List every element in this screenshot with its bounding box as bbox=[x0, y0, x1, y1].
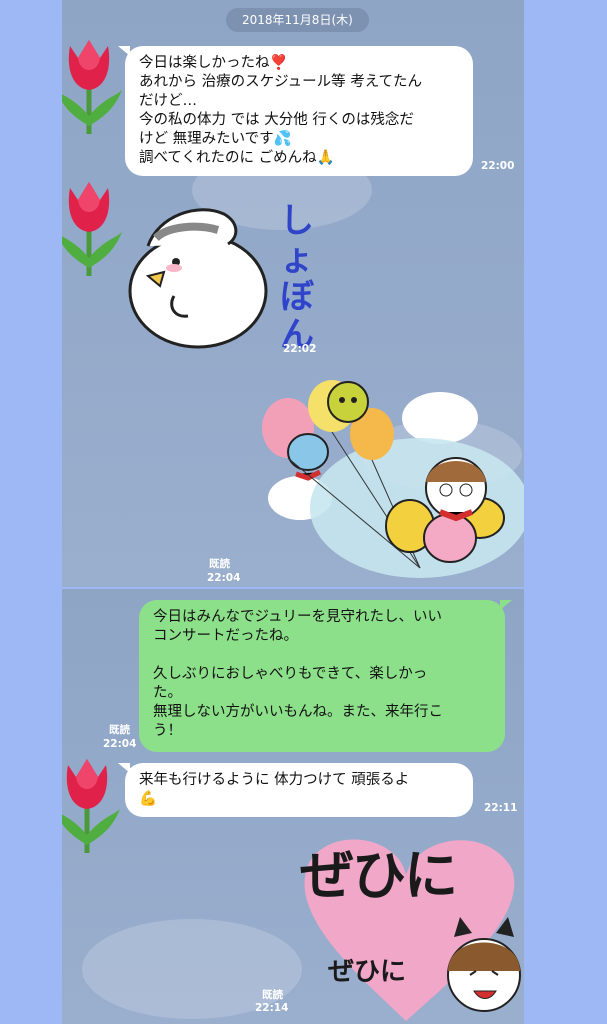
balloon-sticker-icon[interactable] bbox=[260, 378, 524, 583]
message-time: 22:11 bbox=[484, 802, 518, 814]
tulip-avatar-icon[interactable] bbox=[62, 36, 124, 136]
message-bubble-received[interactable]: 来年も行けるように 体力つけて 頑張るよ 💪 bbox=[125, 763, 473, 817]
read-receipt: 既読 bbox=[262, 989, 283, 1001]
message-bubble-sent[interactable]: 今日はみんなでジュリーを見守れたし、いい コンサートだったね。 久しぶりにおしゃ… bbox=[139, 600, 505, 752]
message-line: 今日はみんなでジュリーを見守れたし、いい bbox=[153, 609, 442, 625]
sticker-caption: しょぼん bbox=[280, 201, 314, 355]
sad-ghost-icon bbox=[128, 208, 268, 349]
message-line: コンサートだったね。 bbox=[153, 628, 298, 644]
sticker-caption: ぜひに bbox=[328, 957, 407, 987]
message-line bbox=[153, 646, 491, 665]
read-receipt: 既読 bbox=[109, 724, 130, 736]
date-separator: 2018年11月8日(木) bbox=[226, 8, 369, 32]
message-line: 無理しない方がいいもんね。また、来年行こ bbox=[153, 704, 443, 720]
message-line: 💪 bbox=[139, 791, 158, 807]
chat-panel-bottom[interactable]: 今日はみんなでジュリーを見守れたし、いい コンサートだったね。 久しぶりにおしゃ… bbox=[62, 589, 524, 1024]
message-line: 来年も行けるように 体力つけて 頑張るよ bbox=[139, 772, 410, 788]
tulip-avatar-icon[interactable] bbox=[62, 755, 122, 855]
message-time: 22:04 bbox=[103, 738, 137, 750]
message-line: 久しぶりにおしゃべりもできて、楽しかっ bbox=[153, 666, 428, 682]
message-time: 22:14 bbox=[255, 1002, 289, 1014]
message-time: 22:00 bbox=[481, 160, 515, 172]
message-time: 22:04 bbox=[207, 572, 241, 584]
bubble-tail bbox=[118, 46, 130, 56]
message-line: う！ bbox=[153, 723, 182, 739]
sticker-caption: ぜひに bbox=[300, 844, 458, 907]
message-line: けど 無理みたいです💦 bbox=[139, 131, 292, 147]
message-bubble-received[interactable]: 今日は楽しかったね❣️ あれから 治療のスケジュール等 考えてたん だけど… 今… bbox=[125, 46, 473, 176]
message-line: だけど… bbox=[139, 93, 197, 109]
bubble-tail bbox=[118, 763, 130, 773]
message-line: 今の私の体力 では 大分他 行くのは残念だ bbox=[139, 112, 414, 128]
message-line: 調べてくれたのに ごめんね🙏 bbox=[139, 150, 335, 166]
message-time: 22:02 bbox=[283, 343, 317, 355]
chat-panel-top[interactable]: 2018年11月8日(木) 今日は楽しかったね❣️ あれから 治療のスケジュール… bbox=[62, 0, 524, 587]
bubble-tail bbox=[500, 600, 512, 610]
read-receipt: 既読 bbox=[209, 558, 230, 570]
tulip-avatar-icon[interactable] bbox=[62, 178, 124, 278]
message-line: 今日は楽しかったね❣️ bbox=[139, 55, 288, 71]
message-line: あれから 治療のスケジュール等 考えてたん bbox=[139, 74, 422, 90]
sticker-zehini[interactable]: ぜひに ぜひに bbox=[288, 825, 524, 1024]
sticker-shobon[interactable]: しょぼん bbox=[128, 196, 314, 356]
message-line: た。 bbox=[153, 685, 182, 701]
